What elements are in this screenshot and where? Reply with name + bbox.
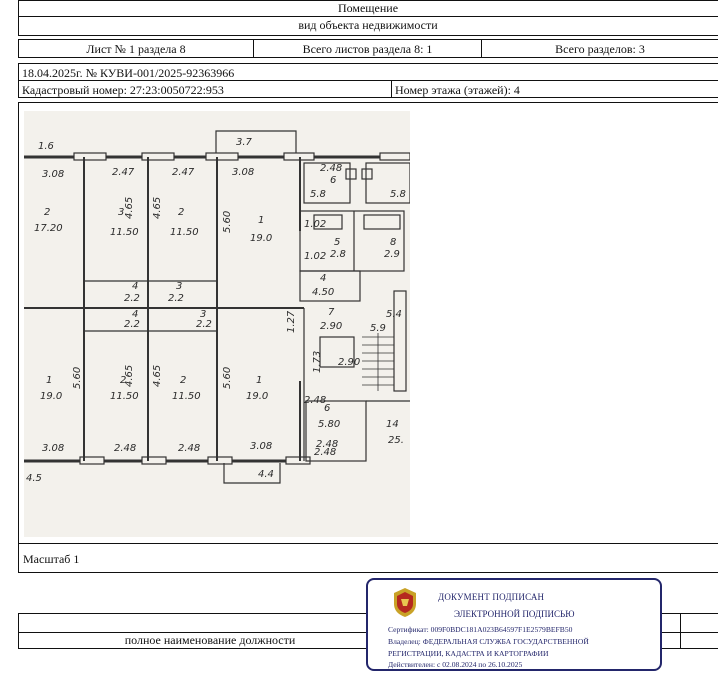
room-number: 4 [320, 273, 326, 284]
total-sections: Всего разделов: 3 [555, 42, 645, 56]
cadastral-number: Кадастровый номер: 27:23:0050722:953 [22, 83, 224, 97]
dim-label: 1.02 [304, 219, 326, 230]
dim-label: 4.5 [26, 473, 42, 484]
room-number: 3 [176, 281, 182, 292]
sheet-number-cell: Лист № 1 раздела 8 [18, 39, 254, 58]
room-area: 2.90 [320, 321, 342, 332]
room-number: 6 [330, 175, 336, 186]
room-area: 11.50 [170, 227, 199, 238]
floor-plan: 1.6 3.08 2.47 2.47 3.08 2.48 3.7 2 17.20… [24, 111, 410, 537]
dim-label: 4.4 [258, 469, 274, 480]
dim-label: 3.08 [42, 443, 64, 454]
dim-label: 2.47 [172, 167, 195, 178]
room-number: 4 [132, 281, 138, 292]
stamp-subtitle: ЭЛЕКТРОННОЙ ПОДПИСЬЮ [454, 609, 575, 619]
total-sections-cell: Всего разделов: 3 [481, 39, 718, 58]
dim-label: 5.60 [222, 211, 233, 233]
room-number: 7 [328, 307, 335, 318]
dim-label: 2.48 [304, 395, 326, 406]
stamp-owner: Владелец: ФЕДЕРАЛЬНАЯ СЛУЖБА ГОСУДАРСТВЕ… [388, 637, 589, 646]
dim-label: 3.08 [250, 441, 272, 452]
room-area: 2.2 [124, 319, 140, 330]
dim-label: 5.9 [370, 323, 386, 334]
room-area: 4.50 [312, 287, 334, 298]
dim-label: 1.6 [38, 141, 54, 152]
header-block: Помещение вид объекта недвижимости [18, 0, 718, 36]
dim-label: 2.48 [320, 163, 342, 174]
room-area: 2.8 [330, 249, 346, 260]
stamp-title: ДОКУМЕНТ ПОДПИСАН [438, 592, 545, 602]
room-number: 2 [178, 207, 184, 218]
room-area: 11.50 [110, 227, 139, 238]
sheet-number: Лист № 1 раздела 8 [86, 42, 186, 56]
room-number: 1 [258, 215, 264, 226]
dim-label: 2.48 [314, 447, 336, 458]
room-area: 2.90 [338, 357, 360, 368]
dim-label: 1.73 [312, 351, 323, 373]
room-area: 2.9 [384, 249, 400, 260]
dim-label: 5.4 [386, 309, 402, 320]
room-area: 5.8 [310, 189, 326, 200]
stamp-certificate: Сертификат: 009F0BDC181A023B64597F1E2579… [388, 625, 573, 634]
position-caption: полное наименование должности [124, 633, 296, 647]
dim-label: 4.65 [152, 365, 163, 387]
cadastral-cell: Кадастровый номер: 27:23:0050722:953 [18, 80, 392, 98]
dim-label: 2.47 [112, 167, 135, 178]
room-number: 5 [334, 237, 340, 248]
doc-number-cell: 18.04.2025г. № КУВИ-001/2025-92363966 [18, 63, 718, 81]
room-area: 2.2 [124, 293, 140, 304]
room-area: 5.8 [390, 189, 406, 200]
room-area: 19.0 [246, 391, 268, 402]
stamp-validity: Действителен: с 02.08.2024 по 26.10.2025 [388, 660, 523, 669]
dim-label: 2.48 [178, 443, 200, 454]
room-number: 1 [46, 375, 52, 386]
dim-label: 4.65 [124, 197, 135, 219]
dim-label: 1.27 [286, 310, 297, 333]
room-area: 17.20 [34, 223, 63, 234]
room-number: 2 [180, 375, 186, 386]
total-sheets: Всего листов раздела 8: 1 [302, 42, 433, 56]
floor-cell: Номер этажа (этажей): 4 [391, 80, 718, 98]
scale-label: Масштаб 1 [23, 552, 80, 566]
room-number: 14 [386, 419, 399, 430]
total-sheets-cell: Всего листов раздела 8: 1 [253, 39, 482, 58]
dim-label: 1.02 [304, 251, 326, 262]
floor-plan-drawing: 1.6 3.08 2.47 2.47 3.08 2.48 3.7 2 17.20… [24, 130, 410, 484]
emblem-icon [394, 588, 416, 617]
dim-label: 4.65 [124, 365, 135, 387]
room-number: 2 [44, 207, 50, 218]
room-area: 5.80 [318, 419, 340, 430]
dim-label: 4.65 [152, 197, 163, 219]
dim-label: 5.60 [72, 367, 83, 389]
dim-label: 3.08 [232, 167, 254, 178]
room-number: 8 [390, 237, 396, 248]
e-signature-stamp: ДОКУМЕНТ ПОДПИСАН ЭЛЕКТРОННОЙ ПОДПИСЬЮ С… [366, 578, 662, 671]
doc-number: 18.04.2025г. № КУВИ-001/2025-92363966 [22, 66, 235, 80]
room-area: 2.2 [196, 319, 212, 330]
dim-label: 2.48 [114, 443, 136, 454]
dim-label: 3.7 [236, 137, 253, 148]
room-area: 2.2 [168, 293, 184, 304]
scale-cell: Масштаб 1 [18, 543, 718, 573]
header-subtitle: вид объекта недвижимости [298, 18, 438, 32]
room-number: 1 [256, 375, 262, 386]
dim-label: 3.08 [42, 169, 64, 180]
room-area: 11.50 [172, 391, 201, 402]
stamp-owner-cont: РЕГИСТРАЦИИ, КАДАСТРА И КАРТОГРАФИИ [388, 649, 549, 658]
room-area: 11.50 [110, 391, 139, 402]
room-area: 19.0 [40, 391, 62, 402]
header-title: Помещение [337, 1, 399, 15]
floor-number: Номер этажа (этажей): 4 [395, 83, 520, 97]
dim-label: 5.60 [222, 367, 233, 389]
room-area: 19.0 [250, 233, 272, 244]
room-area: 25. [388, 435, 404, 446]
